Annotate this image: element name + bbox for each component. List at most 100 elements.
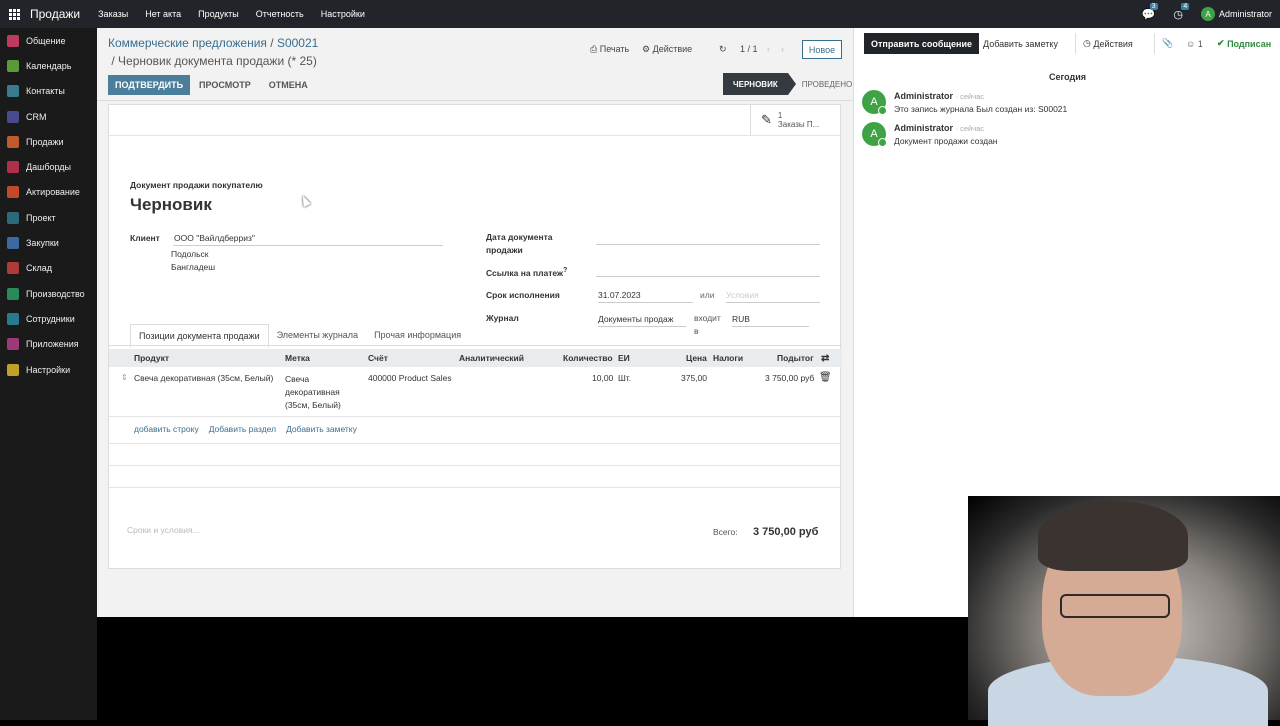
menu-orders[interactable]: Заказы — [98, 9, 128, 19]
menu-no-act[interactable]: Нет акта — [145, 9, 181, 19]
add-line-button[interactable]: добавить строку — [134, 424, 199, 434]
currency-field[interactable]: RUB — [732, 314, 809, 327]
journal-field[interactable]: Документы продаж — [598, 314, 686, 327]
smart-button-label: Заказы П... — [777, 120, 820, 129]
action-button[interactable]: ⚙ Действие — [642, 44, 692, 55]
doc-date-field[interactable] — [596, 233, 820, 245]
sidebar-item-dashboards[interactable]: Дашборды — [0, 154, 97, 179]
sidebar-item-calendar[interactable]: Календарь — [0, 53, 97, 78]
col-account[interactable]: Счёт — [368, 353, 388, 363]
col-uom[interactable]: ЕИ — [618, 353, 630, 363]
apps-menu-icon[interactable] — [9, 8, 20, 20]
dashboards-icon — [7, 161, 19, 174]
row-account[interactable]: 400000 Product Sales — [368, 373, 452, 383]
breadcrumb-parent[interactable]: Коммерческие предложения — [108, 36, 267, 50]
col-price[interactable]: Цена — [686, 353, 707, 363]
sidebar-item-crm[interactable]: CRM — [0, 104, 97, 129]
sidebar-item-manufacturing[interactable]: Производство — [0, 281, 97, 306]
sidebar-item-inventory[interactable]: Склад — [0, 256, 97, 281]
terms-field[interactable]: Сроки и условия... — [127, 525, 200, 535]
status-posted[interactable]: ПРОВЕДЕНО — [788, 73, 853, 95]
total-label: Всего: — [713, 527, 738, 537]
sidebar-item-employees[interactable]: Сотрудники — [0, 306, 97, 331]
sidebar-item-sales[interactable]: Продажи — [0, 129, 97, 154]
print-button[interactable]: ⎙ Печать — [590, 44, 629, 55]
sidebar-item-project[interactable]: Проект — [0, 205, 97, 230]
sidebar-item-label: Склад — [26, 263, 53, 274]
menu-reporting[interactable]: Отчетность — [256, 9, 304, 19]
message-author[interactable]: Administrator — [894, 91, 953, 101]
due-date-field[interactable]: 31.07.2023 — [598, 290, 693, 303]
preview-button[interactable]: ПРОСМОТР — [190, 75, 260, 95]
message-author[interactable]: Administrator — [894, 123, 953, 133]
col-product[interactable]: Продукт — [134, 353, 169, 363]
status-draft[interactable]: ЧЕРНОВИК — [723, 73, 796, 95]
doc-type-label: Документ продажи покупателю — [130, 180, 263, 190]
confirm-button[interactable]: ПОДТВЕРДИТЬ — [108, 75, 191, 95]
reload-icon[interactable]: ↻ — [719, 44, 727, 55]
row-product[interactable]: Свеча декоративная (35см, Белый) — [134, 373, 273, 383]
main-content: Коммерческие предложения / S00021 / Черн… — [97, 28, 853, 617]
breadcrumb-record[interactable]: S00021 — [277, 36, 318, 50]
print-label: Печать — [599, 44, 630, 54]
sidebar-item-contacts[interactable]: Контакты — [0, 79, 97, 104]
subscribed-button[interactable]: ✔ Подписан — [1210, 33, 1278, 54]
payment-terms-field[interactable]: Условия — [726, 290, 820, 303]
new-button[interactable]: Новое — [802, 40, 842, 59]
activities-button[interactable]: ◷ Действия — [1075, 33, 1140, 54]
row-label[interactable]: Свеча декоративная (35см, Белый) — [285, 373, 341, 412]
followers-button[interactable]: ☺ 1 — [1179, 33, 1210, 54]
table-row[interactable]: ⇕ Свеча декоративная (35см, Белый) Свеча… — [109, 369, 842, 417]
app-name[interactable]: Продажи — [30, 7, 80, 21]
col-subtotal[interactable]: Подытог — [777, 353, 814, 363]
col-taxes[interactable]: Налоги — [713, 353, 743, 363]
activities-label: Действия — [1093, 38, 1133, 49]
attachment-icon[interactable]: 📎 — [1154, 33, 1180, 54]
message-time: · сейчас — [955, 92, 985, 101]
settings-icon — [7, 363, 19, 376]
sidebar-item-apps[interactable]: Приложения — [0, 332, 97, 357]
column-settings-icon[interactable]: ⇄ — [821, 353, 829, 364]
divider — [97, 100, 853, 101]
sidebar-item-settings[interactable]: Настройки — [0, 357, 97, 382]
row-price[interactable]: 375,00 — [681, 373, 707, 383]
in-label-line: в — [694, 326, 699, 336]
message-time: · сейчас — [955, 124, 985, 133]
sidebar-item-label: Дашборды — [26, 162, 71, 173]
sidebar-item-purchase[interactable]: Закупки — [0, 230, 97, 255]
author-avatar[interactable]: A — [862, 122, 887, 147]
col-quantity[interactable]: Количество — [563, 353, 613, 363]
edit-icon: ✎ — [761, 112, 772, 127]
row-quantity[interactable]: 10,00 — [592, 373, 613, 383]
user-menu[interactable]: A Administrator — [1200, 7, 1272, 21]
menu-settings[interactable]: Настройки — [321, 9, 365, 19]
client-field[interactable]: ООО "Вайлдберриз" — [173, 233, 443, 246]
help-icon[interactable]: ? — [563, 266, 567, 274]
trash-icon[interactable]: 🗑 — [819, 372, 832, 383]
row-uom[interactable]: Шт. — [618, 373, 631, 383]
menu-products[interactable]: Продукты — [198, 9, 239, 19]
smart-button-orders[interactable]: ✎ 1 Заказы П... — [750, 105, 840, 135]
sidebar-item-discuss[interactable]: Общение — [0, 28, 97, 53]
send-message-button[interactable]: Отправить сообщение — [864, 33, 979, 54]
add-section-button[interactable]: Добавить раздел — [209, 424, 276, 434]
pager[interactable]: 1 / 1 — [740, 44, 758, 54]
status-bar: ЧЕРНОВИК ПРОВЕДЕНО — [723, 73, 852, 95]
cancel-button[interactable]: ОТМЕНА — [260, 75, 317, 95]
sidebar-item-invoicing[interactable]: Актирование — [0, 180, 97, 205]
doc-date-label-line: продажи — [486, 245, 523, 255]
pager-prev-icon[interactable]: ‹ — [767, 44, 770, 54]
message-body: Документ продажи создан — [894, 136, 998, 146]
messages-icon[interactable]: 💬 3 — [1142, 2, 1158, 21]
col-label[interactable]: Метка — [285, 353, 310, 363]
print-icon: ⎙ — [590, 44, 598, 54]
pager-next-icon[interactable]: › — [781, 44, 784, 54]
add-note-chatter-button[interactable]: Добавить заметку — [976, 33, 1065, 54]
author-avatar[interactable]: A — [862, 90, 887, 115]
payment-ref-field[interactable] — [596, 265, 820, 277]
drag-handle-icon[interactable]: ⇕ — [121, 373, 128, 382]
add-note-button[interactable]: Добавить заметку — [286, 424, 357, 434]
gear-icon: ⚙ — [642, 44, 651, 54]
activities-clock-icon[interactable]: ◷ 4 — [1173, 2, 1190, 21]
col-analytic[interactable]: Аналитический — [459, 353, 524, 363]
